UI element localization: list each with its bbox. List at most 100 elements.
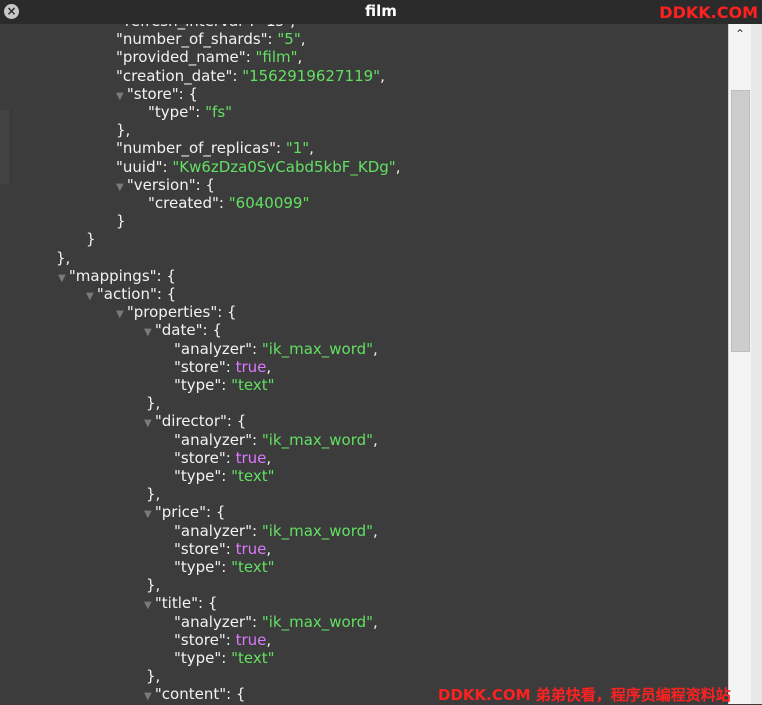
json-punct: , [373, 521, 378, 540]
json-line: "analyzer": "ik_max_word", [174, 613, 378, 631]
json-line: ▼ "price": { [144, 503, 225, 521]
collapse-triangle-icon[interactable]: ▼ [58, 273, 69, 284]
json-line: ▼ "action": { [86, 285, 176, 303]
collapse-triangle-icon[interactable]: ▼ [144, 691, 155, 702]
json-string-value: "5" [277, 30, 301, 49]
json-punct: }, [116, 121, 131, 140]
left-gutter [0, 110, 11, 184]
json-key: "analyzer": [174, 430, 262, 449]
title-bar: × film DDKK.COM [0, 0, 762, 25]
collapse-triangle-icon[interactable]: ▼ [116, 182, 127, 193]
json-punct: "refresh_interval": "1s", [118, 24, 295, 30]
json-line: ▼ "version": { [116, 176, 215, 194]
collapse-triangle-icon[interactable]: ▼ [116, 309, 127, 320]
collapse-triangle-icon[interactable]: ▼ [144, 600, 155, 611]
json-line: "number_of_replicas": "1", [116, 139, 314, 157]
json-punct: , [373, 430, 378, 449]
json-punct: , [395, 157, 401, 176]
json-line: }, [146, 394, 160, 412]
json-line: "provided_name": "film", [116, 48, 302, 66]
json-line: ▼ "director": { [144, 412, 246, 430]
watermark-bottom: DDKK.COM 弟弟快看，程序员编程资料站 [438, 686, 731, 704]
json-line: ▼ "title": { [144, 594, 217, 612]
json-line: "creation_date": "1562919627119", [116, 67, 385, 85]
collapse-triangle-icon[interactable]: ▼ [144, 418, 155, 429]
json-punct: , [266, 539, 272, 558]
json-line: }, [146, 667, 160, 685]
json-line: "type": "text" [174, 376, 275, 394]
json-key: "type": [174, 649, 232, 667]
json-key: "created": [148, 194, 229, 212]
json-punct: , [297, 48, 303, 67]
json-punct: } [86, 230, 96, 249]
json-string-value: "ik_max_word" [261, 521, 374, 540]
json-key: "analyzer": [174, 339, 262, 358]
json-key: "provided_name": [116, 48, 256, 67]
json-line: "type": "text" [174, 558, 275, 576]
json-string-value: "text" [231, 558, 275, 576]
json-key: "store": [174, 630, 236, 649]
json-line: }, [116, 121, 130, 139]
json-string-value: "1" [285, 139, 310, 158]
json-string-value: "ik_max_word" [261, 430, 374, 449]
scroll-up-icon[interactable]: ⌃ [729, 24, 751, 44]
json-line: "refresh_interval": "1s", [118, 24, 295, 30]
json-line: "store": true, [174, 358, 271, 376]
json-line: "store": true, [174, 449, 271, 467]
json-boolean-value: true [235, 448, 267, 467]
json-punct: , [266, 357, 272, 376]
json-key: "action": { [96, 285, 177, 303]
vertical-scrollbar[interactable]: ⌃ [728, 24, 751, 704]
json-punct: }, [146, 667, 161, 686]
json-line: "analyzer": "ik_max_word", [174, 431, 378, 449]
window-title: film [365, 2, 397, 20]
json-key: "properties": { [126, 303, 237, 322]
json-punct: } [116, 212, 126, 231]
json-key: "type": [148, 103, 206, 121]
collapse-triangle-icon[interactable]: ▼ [144, 327, 155, 338]
json-key: "content": { [154, 685, 246, 704]
json-line: }, [56, 249, 70, 267]
json-line: "type": "text" [174, 649, 275, 667]
json-key: "uuid": [116, 157, 173, 176]
json-punct: }, [146, 576, 161, 595]
json-punct: , [309, 139, 314, 158]
json-string-value: "ik_max_word" [261, 339, 374, 358]
json-line: }, [146, 576, 160, 594]
json-key: "store": [174, 539, 236, 558]
json-string-value: "text" [231, 467, 275, 485]
json-key: "version": { [126, 175, 215, 194]
json-line: "type": "fs" [148, 103, 232, 121]
collapse-triangle-icon[interactable]: ▼ [116, 91, 127, 102]
json-key: "director": { [154, 412, 247, 431]
watermark-top: DDKK.COM [659, 3, 758, 22]
json-punct: }, [146, 394, 161, 413]
collapse-triangle-icon[interactable]: ▼ [144, 509, 155, 520]
json-boolean-value: true [235, 357, 267, 376]
json-line: } [116, 212, 126, 230]
window-edge [751, 24, 762, 704]
json-line: "analyzer": "ik_max_word", [174, 340, 378, 358]
json-viewer: "refresh_interval": "1s","number_of_shar… [0, 24, 728, 704]
json-key: "store": [174, 448, 236, 467]
json-line: }, [146, 485, 160, 503]
collapse-triangle-icon[interactable]: ▼ [86, 291, 97, 302]
json-punct: , [300, 30, 306, 49]
scroll-thumb[interactable] [731, 90, 750, 352]
json-string-value: "film" [255, 48, 298, 67]
json-key: "type": [174, 376, 232, 394]
json-line: "type": "text" [174, 467, 275, 485]
json-key: "analyzer": [174, 521, 262, 540]
json-line: ▼ "store": { [116, 85, 198, 103]
json-line: ▼ "date": { [144, 321, 222, 339]
json-string-value: "text" [231, 376, 275, 394]
json-punct: , [373, 612, 378, 631]
json-punct: , [266, 630, 272, 649]
json-line: "number_of_shards": "5", [116, 30, 306, 48]
json-key: "store": [174, 357, 236, 376]
json-string-value: "fs" [205, 103, 233, 121]
json-key: "date": { [154, 321, 222, 340]
json-punct: }, [56, 248, 71, 267]
json-string-value: "6040099" [228, 194, 310, 212]
json-punct: , [266, 448, 272, 467]
